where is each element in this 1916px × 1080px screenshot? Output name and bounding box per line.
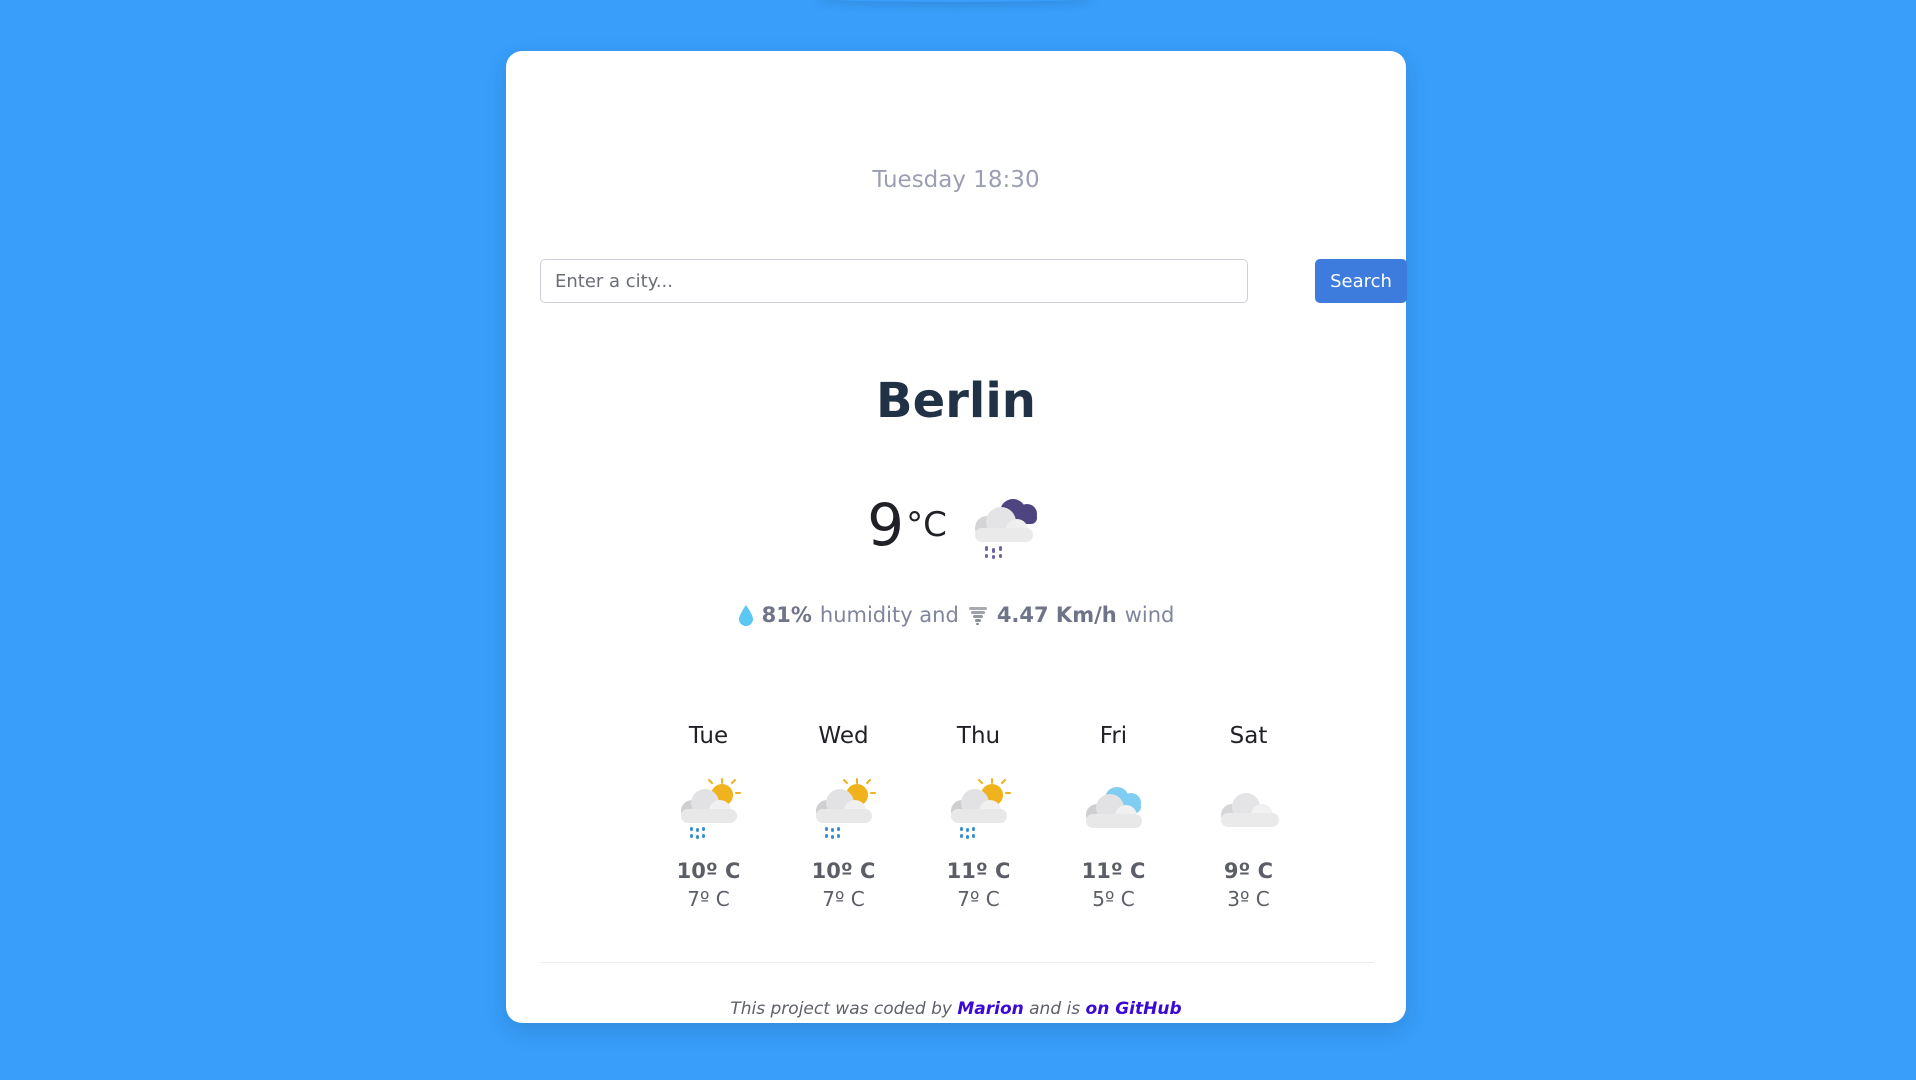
forecast-day: Thu 11º C 7º C — [911, 723, 1046, 911]
sun-cloud-rain-icon — [680, 778, 741, 839]
forecast-max-temp: 11º C — [946, 859, 1011, 883]
forecast-day: Sat 9º C 3º C — [1181, 723, 1316, 911]
divider — [540, 962, 1374, 963]
city-name: Berlin — [876, 373, 1036, 429]
weather-card: Tuesday 18:30 Search Berlin 9 °C — [506, 51, 1407, 1023]
forecast-day-name: Sat — [1229, 723, 1268, 749]
search-form: Search — [540, 259, 1407, 303]
forecast-day: Tue 10º C 7º C — [641, 723, 776, 911]
humidity-label: humidity and — [819, 603, 959, 627]
top-shadow — [815, 0, 1095, 2]
wind-label: wind — [1124, 603, 1175, 627]
forecast-day-name: Tue — [688, 723, 729, 749]
forecast-day: Wed 10º C 7º C — [776, 723, 911, 911]
forecast-max-temp: 10º C — [811, 859, 876, 883]
author-link[interactable]: Marion — [957, 999, 1023, 1019]
search-button[interactable]: Search — [1315, 259, 1407, 303]
footer-text: This project was coded by — [730, 999, 952, 1019]
sun-cloud-rain-icon — [815, 778, 876, 839]
forecast-day-name: Thu — [956, 723, 1001, 749]
forecast-min-temp: 5º C — [1092, 887, 1135, 911]
forecast-min-temp: 7º C — [822, 887, 865, 911]
forecast-day-name: Fri — [1099, 723, 1128, 749]
github-link[interactable]: on GitHub — [1086, 999, 1182, 1019]
forecast-min-temp: 7º C — [957, 887, 1000, 911]
forecast-max-temp: 10º C — [676, 859, 741, 883]
broken-clouds-icon — [1085, 787, 1142, 828]
sun-cloud-rain-icon — [950, 778, 1011, 839]
temperature-unit: °C — [906, 505, 947, 545]
forecast-min-temp: 7º C — [687, 887, 730, 911]
wind-value: 4.47 Km/h — [996, 603, 1117, 627]
footer-text: and is — [1029, 999, 1081, 1019]
weather-details: 81% humidity and 4.47 Km/h wind — [506, 603, 1406, 627]
forecast-max-temp: 9º C — [1223, 859, 1274, 883]
city-search-input[interactable] — [540, 259, 1248, 303]
current-weather: 9 °C — [506, 485, 1406, 565]
footer: This project was coded by Marion and is … — [506, 999, 1406, 1019]
forecast-day-name: Wed — [818, 723, 869, 749]
forecast-min-temp: 3º C — [1227, 887, 1270, 911]
forecast-day: Fri 11º C 5º C — [1046, 723, 1181, 911]
cloud-icon — [1220, 793, 1279, 827]
forecast: Tue 10º C 7º C Wed 10º C 7º C Thu 11º C … — [641, 723, 1316, 911]
forecast-max-temp: 11º C — [1081, 859, 1146, 883]
droplet-icon — [738, 605, 753, 626]
current-temperature: 9 — [867, 491, 905, 559]
tornado-icon — [968, 607, 987, 625]
current-datetime: Tuesday 18:30 — [872, 167, 1040, 193]
humidity-value: 81% — [761, 603, 812, 627]
rain-cloud-icon — [974, 499, 1037, 559]
